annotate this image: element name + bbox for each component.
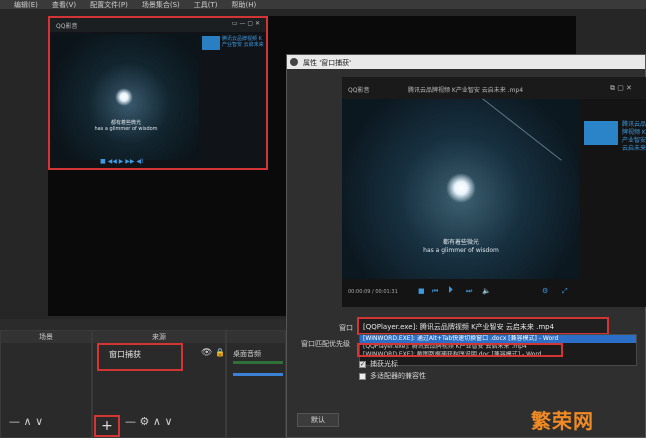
volume-slider[interactable] (233, 373, 283, 376)
scene-toolbar: — ∧ ∨ (9, 415, 43, 428)
source-up-icon[interactable]: ∧ (153, 415, 161, 428)
player-video: 都有着些微光 has a glimmer of wisdom (342, 98, 580, 279)
settings-icon[interactable]: ⚙ (542, 287, 548, 295)
player-window-icons: ⧉ ▢ ✕ (610, 84, 632, 92)
obs-logo-icon (290, 58, 298, 66)
add-source-button[interactable]: + (94, 415, 120, 437)
menu-bar: 编辑(E) 查看(V) 配置文件(P) 场景集合(S) 工具(T) 帮助(H) (0, 0, 646, 9)
scene-down-icon[interactable]: ∨ (35, 415, 43, 428)
mini-subtitle: 都有着些微光 has a glimmer of wisdom (83, 120, 169, 132)
dialog-titlebar: 属性 '窗口捕获' (287, 55, 645, 69)
source-toolbar: — ⚙ ∧ ∨ (125, 415, 173, 428)
stop-icon[interactable]: ■ (418, 287, 425, 295)
window-controls-icon: ▭ — ▢ ✕ (231, 20, 260, 27)
dropdown-item[interactable]: [WINWORD.EXE]: 通过Alt+Tab快速切换窗口 .docx [兼容… (360, 335, 636, 343)
multi-adapter-label: 多适配器的兼容性 (370, 372, 426, 380)
window-select[interactable]: [QQPlayer.exe]: 腾讯云品牌视频 K产业智安 云启未来 .mp4 (357, 317, 609, 335)
light-glow (446, 173, 476, 203)
menu-tools[interactable]: 工具(T) (194, 0, 218, 9)
mini-subtitle-en: has a glimmer of wisdom (94, 126, 158, 132)
player-controls: 00:00:09 / 00:01:31 ■ ⏮ ⏵ ⏭ 🔈 ⚙ ⤢ (342, 279, 580, 307)
lock-icon[interactable]: 🔒 (215, 348, 225, 357)
prev-icon[interactable]: ⏮ (432, 287, 438, 296)
checkbox-empty-icon (359, 372, 366, 380)
source-item-window-capture[interactable]: 窗口捕获 (97, 343, 183, 371)
window-select-value: [QQPlayer.exe]: 腾讯云品牌视频 K产业智安 云启未来 .mp4 (363, 323, 555, 331)
next-icon[interactable]: ⏭ (466, 287, 472, 296)
player-time: 00:00:09 / 00:01:31 (348, 289, 398, 295)
audio-mixer-header (227, 331, 285, 343)
audio-meter (233, 361, 283, 364)
captured-window-source[interactable]: QQ影音 ▭ — ▢ ✕ 都有着些微光 has a glimmer of wis… (48, 16, 268, 170)
player-subtitle-cn: 都有着些微光 (442, 239, 479, 246)
dialog-title: 属性 '窗口捕获' (303, 59, 352, 67)
volume-icon[interactable]: 🔈 (482, 287, 491, 295)
scene-remove-icon[interactable]: — (9, 415, 20, 428)
scenes-header: 场景 (1, 331, 91, 343)
menu-view[interactable]: 查看(V) (52, 0, 76, 9)
mini-video-frame: 都有着些微光 has a glimmer of wisdom (53, 34, 199, 160)
play-icon[interactable]: ⏵ (448, 285, 453, 296)
priority-label: 窗口匹配优先级 (301, 340, 350, 348)
capture-cursor-label: 捕获光标 (370, 360, 398, 368)
menu-scene-collection[interactable]: 场景集合(S) (142, 0, 180, 9)
source-down-icon[interactable]: ∨ (164, 415, 172, 428)
mini-player-titlebar: QQ影音 ▭ — ▢ ✕ (50, 18, 266, 32)
capture-cursor-checkbox[interactable]: ✓ 捕获光标 (359, 359, 398, 369)
mini-player-title: QQ影音 (56, 23, 78, 30)
highlight-box (357, 343, 563, 357)
light-glow (115, 88, 133, 106)
multi-adapter-checkbox[interactable]: 多适配器的兼容性 (359, 371, 426, 381)
visibility-eye-icon[interactable]: 👁 (201, 348, 212, 358)
sources-dock: 来源 窗口捕获 👁 🔒 + — ⚙ ∧ ∨ (92, 330, 226, 438)
light-streak (482, 98, 562, 161)
player-app-name: QQ影音 (348, 87, 370, 94)
window-label: 窗口 (339, 324, 353, 332)
menu-help[interactable]: 帮助(H) (232, 0, 257, 9)
mini-playlist-text: 腾讯云品牌视频 K产业智安 云启未来 (222, 36, 264, 48)
audio-mixer-dock: 桌面音频 (226, 330, 286, 438)
desktop-audio-label: 桌面音频 (233, 350, 261, 358)
mini-controls-icon: ■ ◀◀ ▶ ▶▶ ◀) (100, 158, 144, 165)
player-file-title: 腾讯云品牌视频 K产业智安 云启未来 .mp4 (408, 87, 524, 94)
properties-dialog: 属性 '窗口捕获' QQ影音 腾讯云品牌视频 K产业智安 云启未来 .mp4 ⧉… (286, 54, 646, 438)
defaults-button[interactable]: 默认 (297, 413, 339, 427)
sources-header: 来源 (93, 331, 225, 343)
playlist-text: 腾讯云品牌视频 K产业智安 云启未来 (622, 121, 646, 152)
menu-edit[interactable]: 编辑(E) (14, 0, 38, 9)
mini-playlist-thumb (202, 36, 220, 50)
menu-profile[interactable]: 配置文件(P) (90, 0, 128, 9)
dialog-preview-player: QQ影音 腾讯云品牌视频 K产业智安 云启未来 .mp4 ⧉ ▢ ✕ 都有着些微… (342, 77, 646, 307)
scene-up-icon[interactable]: ∧ (24, 415, 32, 428)
source-item-label: 窗口捕获 (109, 350, 141, 359)
player-subtitle-en: has a glimmer of wisdom (423, 247, 499, 254)
player-titlebar: QQ影音 腾讯云品牌视频 K产业智安 云启未来 .mp4 ⧉ ▢ ✕ (342, 77, 646, 99)
fullscreen-icon[interactable]: ⤢ (562, 287, 568, 296)
watermark: 繁荣网 (531, 409, 594, 433)
source-settings-icon[interactable]: ⚙ (140, 415, 150, 428)
playlist-thumb[interactable] (584, 121, 618, 145)
source-remove-icon[interactable]: — (125, 415, 136, 428)
scenes-dock: 场景 — ∧ ∨ (0, 330, 92, 438)
checkbox-checked-icon: ✓ (359, 360, 366, 368)
player-subtitle: 都有着些微光 has a glimmer of wisdom (406, 239, 516, 255)
